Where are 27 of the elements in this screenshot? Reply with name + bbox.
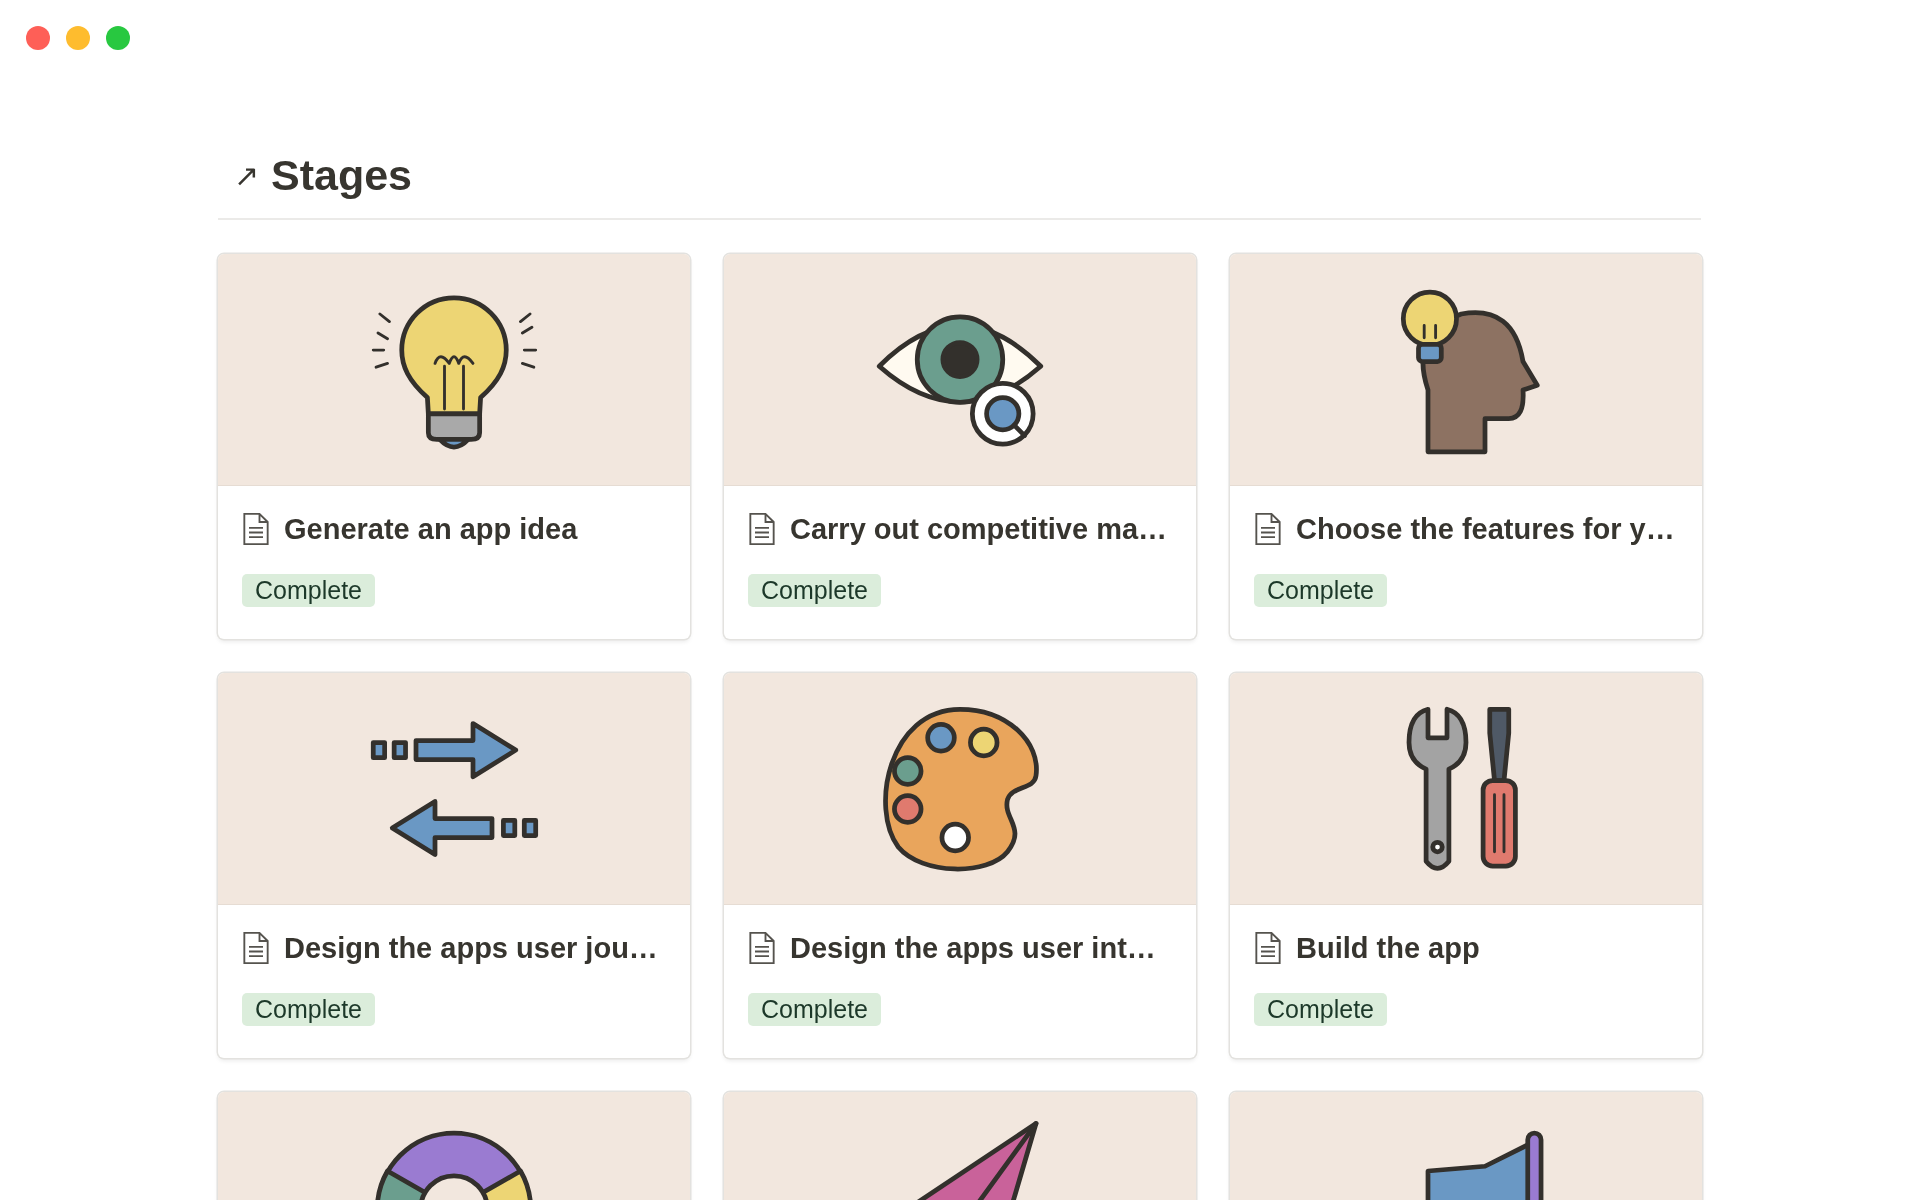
- page-icon: [748, 931, 776, 965]
- status-tag: Complete: [748, 993, 881, 1026]
- status-tag: Complete: [1254, 993, 1387, 1026]
- section-title: Stages: [271, 150, 412, 200]
- gallery-card[interactable]: Choose the features for y… Complete: [1230, 254, 1702, 639]
- card-title: Choose the features for y…: [1296, 512, 1675, 546]
- status-tag: Complete: [242, 574, 375, 607]
- window-close-button[interactable]: [26, 26, 50, 50]
- status-tag: Complete: [242, 993, 375, 1026]
- status-tag: Complete: [748, 574, 881, 607]
- card-title: Design the apps user int…: [790, 931, 1156, 965]
- gallery-card[interactable]: Generate an app idea Complete: [218, 254, 690, 639]
- page-icon: [1254, 931, 1282, 965]
- card-title: Design the apps user jou…: [284, 931, 658, 965]
- card-title: Carry out competitive ma…: [790, 512, 1168, 546]
- gallery-card[interactable]: Design the apps user jou… Complete: [218, 673, 690, 1058]
- gallery-card[interactable]: Design the apps user int… Complete: [724, 673, 1196, 1058]
- gallery-card[interactable]: Build the app Complete: [1230, 673, 1702, 1058]
- page-icon: [242, 512, 270, 546]
- card-title: Generate an app idea: [284, 512, 578, 546]
- page-icon: [1254, 512, 1282, 546]
- gallery-card[interactable]: Carry out competitive ma… Complete: [724, 254, 1196, 639]
- page-icon: [242, 931, 270, 965]
- page-icon: [748, 512, 776, 546]
- status-tag: Complete: [1254, 574, 1387, 607]
- card-title: Build the app: [1296, 931, 1480, 965]
- link-arrow-icon: ↗: [234, 157, 259, 193]
